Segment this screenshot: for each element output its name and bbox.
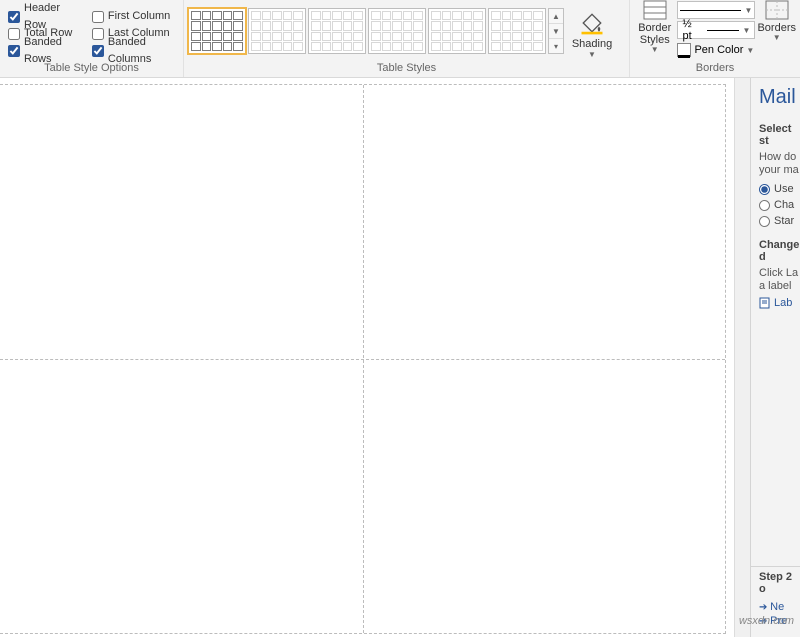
table-style-1[interactable]: [188, 8, 246, 54]
chevron-down-icon: ▼: [773, 34, 781, 42]
group-label-options: Table Style Options: [4, 59, 179, 77]
first-column-checkbox[interactable]: First Column: [92, 8, 175, 25]
banded-rows-checkbox[interactable]: Banded Rows: [8, 42, 78, 59]
table-styles-gallery: ▲ ▼ ▾ Shading ▼: [188, 6, 625, 59]
gallery-down-icon[interactable]: ▼: [549, 24, 563, 39]
group-table-style-options: Header Row Total Row Banded Rows First C…: [0, 0, 184, 77]
workspace: Mail Select st How do your ma Use Cha St…: [0, 78, 800, 637]
pane-section-select: Select st: [759, 123, 800, 147]
step-indicator: Step 2 o: [759, 571, 800, 595]
pane-help-text: How do your ma: [759, 151, 800, 177]
label-options-text: Lab: [774, 297, 792, 309]
line-weight-dropdown[interactable]: ½ pt ▼: [677, 21, 755, 39]
table-style-5[interactable]: [428, 8, 486, 54]
next-step-link[interactable]: Ne: [759, 601, 800, 613]
table-style-options-body: Header Row Total Row Banded Rows First C…: [4, 6, 179, 59]
label-grid: [0, 84, 726, 634]
options-col-1: Header Row Total Row Banded Rows: [8, 8, 78, 59]
pane-change-text: Click La a label: [759, 267, 800, 293]
radio-use[interactable]: Use: [759, 181, 800, 197]
chevron-down-icon: ▼: [743, 26, 751, 35]
vertical-scrollbar[interactable]: [734, 78, 750, 637]
gallery-up-icon[interactable]: ▲: [549, 9, 563, 24]
shading-label: Shading: [572, 38, 612, 50]
line-style-dropdown[interactable]: ▼: [677, 1, 755, 19]
radio-start[interactable]: Star: [759, 213, 800, 229]
borders-icon: [764, 0, 790, 21]
mail-merge-pane: Mail Select st How do your ma Use Cha St…: [750, 78, 800, 637]
border-controls: ▼ ½ pt ▼ Pen Color ▼: [677, 0, 755, 59]
border-styles-button[interactable]: BorderStyles ▼: [634, 0, 675, 54]
document-area[interactable]: [0, 78, 734, 637]
pane-title: Mail: [759, 86, 800, 109]
chevron-down-icon: ▼: [745, 6, 753, 15]
watermark: wsxdn.com: [739, 615, 794, 627]
group-borders: BorderStyles ▼ ▼ ½ pt ▼ Pen Color ▼ Borde…: [630, 0, 800, 77]
borders-button[interactable]: Borders ▼: [757, 0, 796, 42]
radio-change[interactable]: Cha: [759, 197, 800, 213]
group-label-styles: Table Styles: [188, 59, 625, 77]
pen-color-swatch: [677, 43, 691, 57]
chevron-down-icon: ▼: [746, 46, 754, 55]
document-icon: [759, 297, 771, 309]
pen-color-dropdown[interactable]: Pen Color ▼: [677, 41, 755, 59]
pane-section-change: Change d: [759, 239, 800, 263]
border-styles-icon: [642, 0, 668, 21]
group-table-styles: ▲ ▼ ▾ Shading ▼ Table Styles: [184, 0, 630, 77]
table-style-4[interactable]: [368, 8, 426, 54]
header-row-checkbox[interactable]: Header Row: [8, 8, 78, 25]
table-style-3[interactable]: [308, 8, 366, 54]
table-style-2[interactable]: [248, 8, 306, 54]
weight-label: ½ pt: [682, 18, 703, 42]
table-style-6[interactable]: [488, 8, 546, 54]
gallery-scroll: ▲ ▼ ▾: [548, 8, 564, 54]
gallery-more-icon[interactable]: ▾: [549, 39, 563, 53]
group-label-borders: Borders: [634, 59, 796, 77]
shading-button[interactable]: Shading ▼: [566, 8, 618, 59]
ribbon: Header Row Total Row Banded Rows First C…: [0, 0, 800, 78]
borders-body: BorderStyles ▼ ▼ ½ pt ▼ Pen Color ▼ Borde…: [634, 0, 796, 59]
border-styles-caption: BorderStyles: [638, 22, 671, 46]
banded-columns-checkbox[interactable]: Banded Columns: [92, 42, 175, 59]
options-col-2: First Column Last Column Banded Columns: [92, 8, 175, 59]
chevron-down-icon: ▼: [651, 46, 659, 54]
chevron-down-icon: ▼: [588, 50, 596, 59]
bucket-icon: [578, 10, 606, 36]
label-options-link[interactable]: Lab: [759, 297, 800, 309]
pen-color-label: Pen Color: [694, 44, 743, 56]
